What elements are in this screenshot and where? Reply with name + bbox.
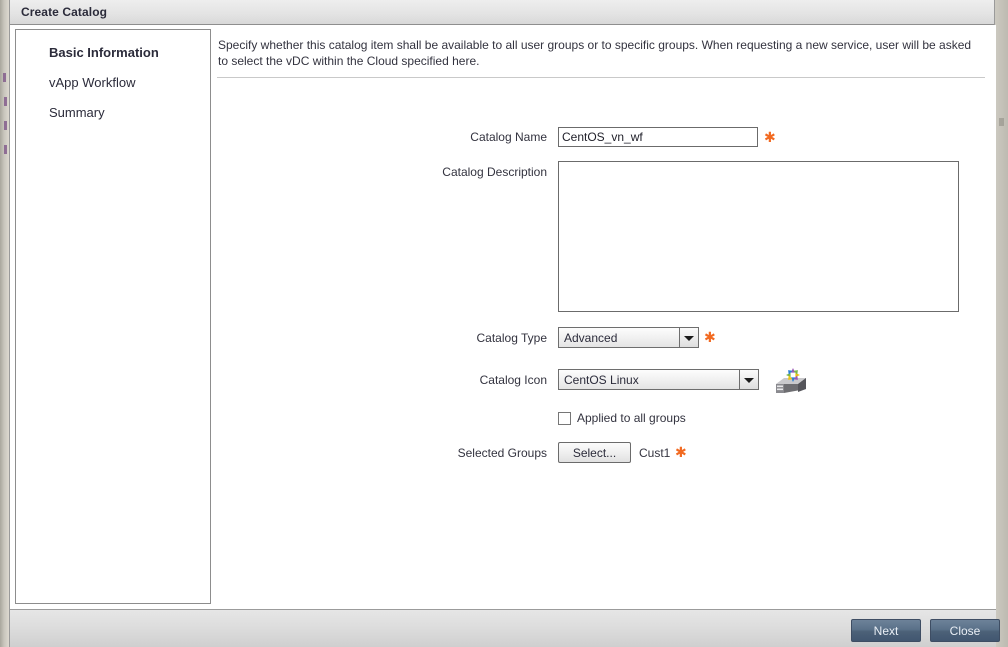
catalog-type-select[interactable]: Advanced [558, 327, 699, 348]
background-fleck [4, 97, 7, 106]
sidebar-item-summary[interactable]: Summary [49, 105, 105, 120]
close-button[interactable]: Close [930, 619, 1000, 642]
catalog-type-required-asterisk: ✱ [704, 331, 716, 345]
panel-divider [217, 77, 985, 78]
catalog-icon-dropdown-button[interactable] [739, 370, 758, 389]
create-catalog-dialog: Create Catalog Basic Information vApp Wo… [9, 0, 995, 647]
catalog-type-dropdown-button[interactable] [679, 328, 698, 347]
sidebar-item-basic-information[interactable]: Basic Information [49, 45, 159, 60]
chevron-down-icon [744, 378, 754, 383]
background-right-strip [995, 0, 1008, 647]
dialog-titlebar: Create Catalog [10, 0, 994, 25]
background-fleck [3, 73, 6, 82]
background-right-mark [999, 118, 1004, 126]
dialog-title: Create Catalog [21, 5, 107, 19]
next-button[interactable]: Next [851, 619, 921, 642]
dialog-body: Basic Information vApp Workflow Summary … [10, 25, 996, 647]
wizard-step-list: Basic Information vApp Workflow Summary [15, 29, 211, 604]
applied-to-all-groups-label: Applied to all groups [577, 411, 686, 425]
panel-description: Specify whether this catalog item shall … [218, 37, 983, 69]
sidebar-item-label: Summary [49, 105, 105, 120]
catalog-icon-label: Catalog Icon [392, 373, 547, 387]
selected-groups-required-asterisk: ✱ [675, 446, 687, 460]
select-groups-button[interactable]: Select... [558, 442, 631, 463]
catalog-description-label: Catalog Description [392, 165, 547, 179]
sidebar-item-label: vApp Workflow [49, 75, 135, 90]
selected-groups-label: Selected Groups [392, 446, 547, 460]
catalog-type-value: Advanced [564, 331, 617, 345]
catalog-description-input[interactable] [558, 161, 959, 312]
sidebar-item-vapp-workflow[interactable]: vApp Workflow [49, 75, 135, 90]
background-fleck [4, 145, 7, 154]
catalog-type-label: Catalog Type [392, 331, 547, 345]
catalog-name-required-asterisk: ✱ [764, 131, 776, 145]
chevron-down-icon [684, 336, 694, 341]
catalog-icon-select[interactable]: CentOS Linux [558, 369, 759, 390]
catalog-name-label: Catalog Name [392, 130, 547, 144]
form-panel: Specify whether this catalog item shall … [211, 29, 991, 604]
catalog-icon-value: CentOS Linux [564, 373, 639, 387]
applied-to-all-groups-checkbox[interactable] [558, 412, 571, 425]
sidebar-item-label: Basic Information [49, 45, 159, 60]
dialog-footer: Next Close [10, 609, 996, 647]
background-fleck [4, 121, 7, 130]
centos-server-icon [774, 367, 808, 395]
selected-groups-value: Cust1 [639, 446, 670, 460]
catalog-name-input[interactable] [558, 127, 758, 147]
